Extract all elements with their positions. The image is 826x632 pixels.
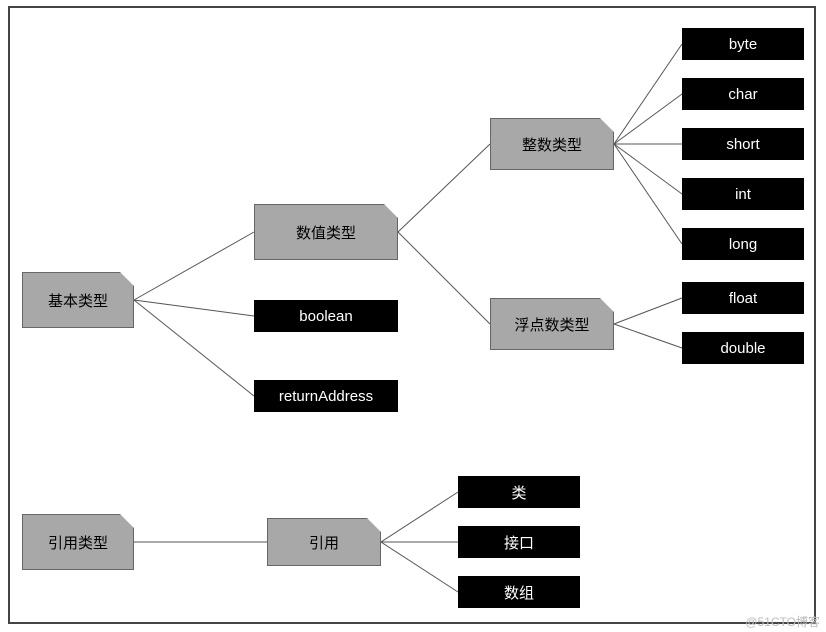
node-numeric-type: 数值类型 (254, 204, 398, 260)
node-float-point-type: 浮点数类型 (490, 298, 614, 350)
node-float: float (682, 282, 804, 314)
node-char: char (682, 78, 804, 110)
node-reference: 引用 (267, 518, 381, 566)
node-interface: 接口 (458, 526, 580, 558)
node-boolean: boolean (254, 300, 398, 332)
node-int: int (682, 178, 804, 210)
node-long: long (682, 228, 804, 260)
node-integer-type: 整数类型 (490, 118, 614, 170)
node-class: 类 (458, 476, 580, 508)
node-array: 数组 (458, 576, 580, 608)
node-reference-type: 引用类型 (22, 514, 134, 570)
node-double: double (682, 332, 804, 364)
diagram-frame: 基本类型 引用类型 数值类型 boolean returnAddress 整数类… (8, 6, 816, 624)
node-short: short (682, 128, 804, 160)
node-byte: byte (682, 28, 804, 60)
watermark: @51CTO博客 (745, 613, 820, 630)
node-basic-type: 基本类型 (22, 272, 134, 328)
node-returnAddress: returnAddress (254, 380, 398, 412)
